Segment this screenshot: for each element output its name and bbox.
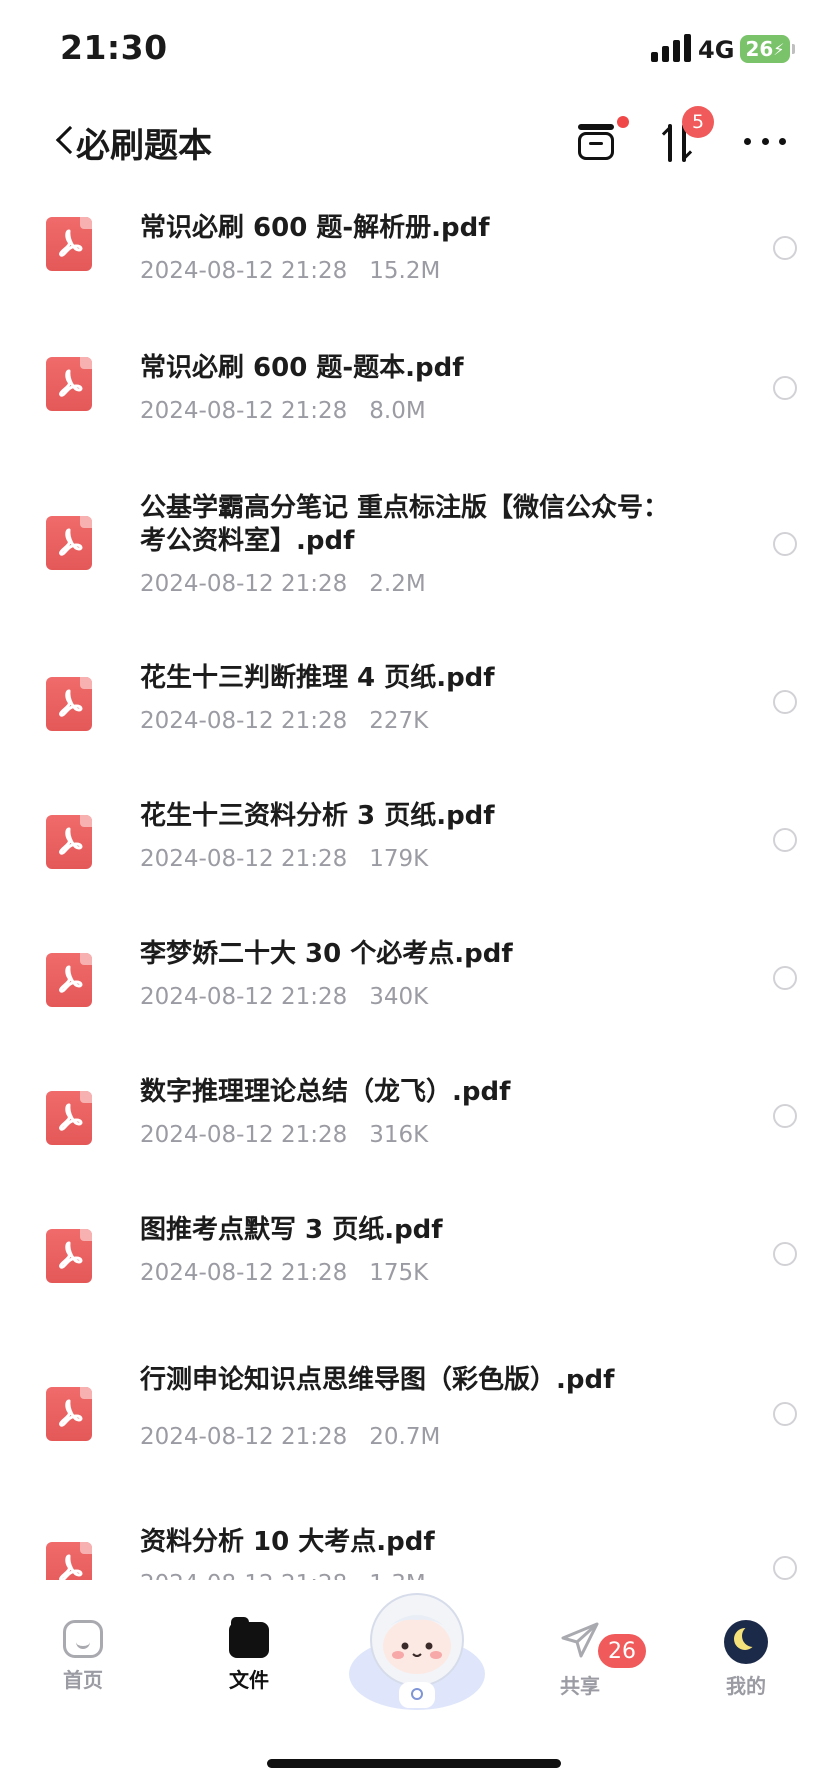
select-radio[interactable] xyxy=(773,966,797,990)
send-icon xyxy=(561,1622,599,1658)
select-radio[interactable] xyxy=(773,1556,797,1580)
tab-label: 首页 xyxy=(63,1668,103,1692)
file-date: 2024-08-12 21:28 xyxy=(140,846,348,872)
file-name: 资料分析 10 大考点.pdf xyxy=(140,1527,435,1557)
pdf-icon xyxy=(46,1091,92,1145)
file-name: 常识必刷 600 题-解析册.pdf xyxy=(140,213,490,243)
tab-label: 我的 xyxy=(726,1674,766,1698)
transfer-box-icon[interactable] xyxy=(574,118,620,164)
file-size: 15.2M xyxy=(369,258,441,284)
file-name: 行测申论知识点思维导图（彩色版）.pdf xyxy=(140,1365,615,1395)
pdf-icon xyxy=(46,677,92,731)
file-date: 2024-08-12 21:28 xyxy=(140,1424,348,1450)
file-name: 花生十三判断推理 4 页纸.pdf xyxy=(140,663,495,693)
pdf-icon xyxy=(46,217,92,271)
pdf-icon xyxy=(46,1229,92,1283)
notification-dot xyxy=(617,116,629,128)
pdf-icon xyxy=(46,357,92,411)
file-size: 227K xyxy=(369,708,429,734)
file-size: 175K xyxy=(369,1260,429,1286)
file-row[interactable]: 李梦娇二十大 30 个必考点.pdf 2024-08-12 21:28 340K xyxy=(0,926,828,1046)
select-radio[interactable] xyxy=(773,376,797,400)
status-time: 21:30 xyxy=(60,28,168,67)
pdf-icon xyxy=(46,1387,92,1441)
file-date: 2024-08-12 21:28 xyxy=(140,1122,348,1148)
file-size: 8.0M xyxy=(369,398,426,424)
file-date: 2024-08-12 21:28 xyxy=(140,571,348,597)
tab-home[interactable]: 首页 xyxy=(33,1620,133,1693)
select-radio[interactable] xyxy=(773,1402,797,1426)
file-row[interactable]: 行测申论知识点思维导图（彩色版）.pdf 2024-08-12 21:28 20.… xyxy=(0,1356,828,1496)
file-meta: 2024-08-12 21:28 15.2M xyxy=(140,258,440,284)
file-row[interactable]: 公基学霸高分笔记 重点标注版【微信公众号：考公资料室】.pdf 2024-08-… xyxy=(0,478,828,628)
select-radio[interactable] xyxy=(773,1104,797,1128)
pdf-icon xyxy=(46,953,92,1007)
select-radio[interactable] xyxy=(773,828,797,852)
file-meta: 2024-08-12 21:28 179K xyxy=(140,846,428,872)
file-date: 2024-08-12 21:28 xyxy=(140,258,348,284)
file-row[interactable]: 数字推理理论总结（龙飞）.pdf 2024-08-12 21:28 316K xyxy=(0,1064,828,1184)
file-size: 179K xyxy=(369,846,429,872)
file-row[interactable]: 花生十三判断推理 4 页纸.pdf 2024-08-12 21:28 227K xyxy=(0,650,828,770)
file-meta: 2024-08-12 21:28 20.7M xyxy=(140,1424,440,1450)
network-type: 4G xyxy=(698,36,735,64)
file-meta: 2024-08-12 21:28 316K xyxy=(140,1122,428,1148)
status-bar: 21:30 4G 26 ⚡ xyxy=(0,0,828,100)
sort-badge: 5 xyxy=(682,106,714,138)
pdf-icon xyxy=(46,516,92,570)
select-radio[interactable] xyxy=(773,532,797,556)
file-row[interactable]: 图推考点默写 3 页纸.pdf 2024-08-12 21:28 175K xyxy=(0,1202,828,1322)
tab-me[interactable]: 我的 xyxy=(696,1620,796,1699)
share-badge: 26 xyxy=(598,1634,646,1668)
home-indicator xyxy=(267,1759,561,1768)
file-name: 李梦娇二十大 30 个必考点.pdf xyxy=(140,939,513,969)
file-size: 316K xyxy=(369,1122,429,1148)
file-meta: 2024-08-12 21:28 175K xyxy=(140,1260,428,1286)
home-icon xyxy=(63,1620,103,1658)
file-size: 340K xyxy=(369,984,429,1010)
file-date: 2024-08-12 21:28 xyxy=(140,398,348,424)
file-name: 公基学霸高分笔记 重点标注版【微信公众号：考公资料室】.pdf xyxy=(140,493,670,556)
file-date: 2024-08-12 21:28 xyxy=(140,1260,348,1286)
file-date: 2024-08-12 21:28 xyxy=(140,708,348,734)
tab-files[interactable]: 文件 xyxy=(199,1617,299,1693)
mascot-icon[interactable] xyxy=(343,1588,491,1712)
signal-icon xyxy=(651,34,691,62)
file-meta: 2024-08-12 21:28 340K xyxy=(140,984,428,1010)
file-size: 20.7M xyxy=(369,1424,441,1450)
more-icon[interactable] xyxy=(744,138,786,148)
select-radio[interactable] xyxy=(773,690,797,714)
file-date: 2024-08-12 21:28 xyxy=(140,984,348,1010)
select-radio[interactable] xyxy=(773,1242,797,1266)
battery-icon: 26 ⚡ xyxy=(740,35,795,63)
file-name: 花生十三资料分析 3 页纸.pdf xyxy=(140,801,495,831)
file-row[interactable]: 常识必刷 600 题-题本.pdf 2024-08-12 21:28 8.0M xyxy=(0,330,828,450)
file-row[interactable]: 常识必刷 600 题-解析册.pdf 2024-08-12 21:28 15.2M xyxy=(0,190,828,310)
file-name: 常识必刷 600 题-题本.pdf xyxy=(140,353,464,383)
file-size: 2.2M xyxy=(369,571,426,597)
folder-icon xyxy=(229,1617,269,1658)
select-radio[interactable] xyxy=(773,236,797,260)
file-meta: 2024-08-12 21:28 2.2M xyxy=(140,571,426,597)
file-meta: 2024-08-12 21:28 8.0M xyxy=(140,398,426,424)
page-title: 必刷题本 xyxy=(76,126,212,166)
file-row[interactable]: 花生十三资料分析 3 页纸.pdf 2024-08-12 21:28 179K xyxy=(0,788,828,908)
pdf-icon xyxy=(46,815,92,869)
tab-label: 共享 xyxy=(560,1674,600,1698)
tab-label: 文件 xyxy=(229,1668,269,1692)
moon-icon xyxy=(724,1620,768,1664)
file-name: 数字推理理论总结（龙飞）.pdf xyxy=(140,1077,511,1107)
file-name: 图推考点默写 3 页纸.pdf xyxy=(140,1215,443,1245)
battery-level: 26 xyxy=(745,37,774,61)
file-meta: 2024-08-12 21:28 227K xyxy=(140,708,428,734)
